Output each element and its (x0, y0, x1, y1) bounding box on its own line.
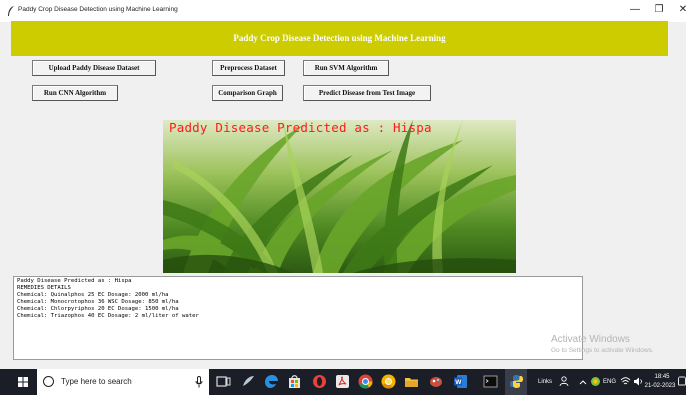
predict-disease-button[interactable]: Predict Disease from Test Image (303, 85, 431, 101)
opera-icon[interactable] (311, 373, 328, 390)
word-icon[interactable]: W (452, 373, 469, 390)
comparison-graph-button[interactable]: Comparison Graph (212, 85, 283, 101)
store-icon[interactable] (286, 373, 303, 390)
feather-icon (8, 6, 14, 16)
search-circle-icon (43, 376, 54, 387)
output-line: Chemical: Triazophos 40 EC Dosage: 2 ml/… (17, 313, 199, 320)
microphone-icon[interactable] (195, 376, 203, 388)
clock-date[interactable]: 21-02-2023 (643, 383, 677, 389)
close-button[interactable]: ✕ (676, 3, 686, 17)
notifications-icon[interactable] (678, 376, 686, 387)
watermark-subtitle: Go to Settings to activate Windows. (551, 347, 654, 354)
output-line: Chemical: Monocrotophos 36 WSC Dosage: 8… (17, 299, 179, 306)
window-title: Paddy Crop Disease Detection using Machi… (18, 6, 178, 13)
search-placeholder: Type here to search (61, 377, 132, 386)
language-indicator[interactable]: ENG (603, 379, 616, 385)
output-textarea[interactable]: Paddy Disease Predicted as : Hispa REMED… (13, 276, 583, 360)
links-toolbar-label[interactable]: Links (538, 379, 552, 385)
windows-start-icon[interactable] (10, 369, 36, 395)
upload-dataset-button[interactable]: Upload Paddy Disease Dataset (32, 60, 156, 76)
paddy-leaves-image (163, 120, 516, 273)
edge-icon[interactable] (263, 373, 280, 390)
minimize-button[interactable]: — (628, 3, 642, 17)
tray-app-icon[interactable] (590, 376, 601, 387)
taskbar-search-box[interactable]: Type here to search (37, 369, 209, 395)
activate-windows-watermark: Activate Windows Go to Settings to activ… (551, 334, 654, 354)
chevron-up-icon[interactable] (578, 377, 588, 387)
svg-text:W: W (455, 379, 462, 386)
paint-icon[interactable] (428, 373, 445, 390)
output-line: Chemical: Quinalphos 25 EC Dosage: 2000 … (17, 292, 169, 299)
bird-app-icon[interactable] (240, 373, 257, 390)
python-icon[interactable] (508, 373, 525, 390)
output-line: Chemical: Chlorpyriphos 20 EC Dosage: 15… (17, 306, 179, 313)
run-cnn-button[interactable]: Run CNN Algorithm (32, 85, 118, 101)
watermark-title: Activate Windows (551, 334, 630, 345)
header-banner: Paddy Crop Disease Detection using Machi… (11, 21, 668, 56)
chrome-canary-icon[interactable] (380, 373, 397, 390)
prediction-overlay-text: Paddy Disease Predicted as : Hispa (169, 120, 432, 135)
prediction-image: Paddy Disease Predicted as : Hispa (163, 120, 516, 273)
acrobat-icon[interactable] (334, 373, 351, 390)
chrome-icon[interactable] (357, 373, 374, 390)
clock-time[interactable]: 18:45 (650, 374, 674, 380)
maximize-button[interactable]: ❐ (652, 3, 666, 17)
people-icon[interactable] (558, 375, 570, 387)
network-icon[interactable] (620, 376, 631, 387)
banner-title: Paddy Crop Disease Detection using Machi… (233, 33, 446, 43)
title-bar: Paddy Crop Disease Detection using Machi… (0, 0, 686, 22)
task-view-icon[interactable] (215, 373, 232, 390)
run-svm-button[interactable]: Run SVM Algorithm (303, 60, 389, 76)
taskbar: Type here to search W Links ENG 18:45 21… (0, 369, 686, 395)
app-window: Paddy Crop Disease Detection using Machi… (0, 0, 686, 395)
output-line: Paddy Disease Predicted as : Hispa (17, 278, 132, 284)
file-explorer-icon[interactable] (403, 373, 420, 390)
terminal-icon[interactable] (482, 373, 499, 390)
output-line: REMEDIES DETAILS (17, 285, 71, 292)
preprocess-dataset-button[interactable]: Preprocess Dataset (212, 60, 285, 76)
